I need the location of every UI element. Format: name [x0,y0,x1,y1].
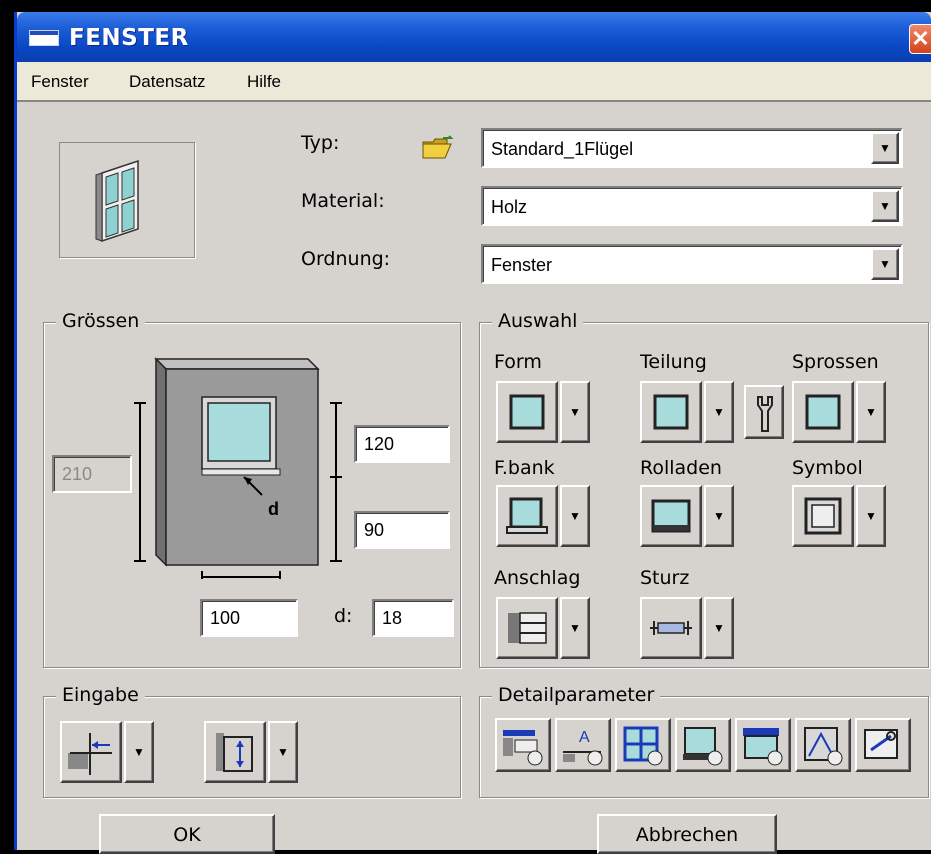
teilung-label: Teilung [640,351,707,373]
close-button[interactable]: ✕ [909,24,931,54]
detail-sill-button[interactable] [675,718,731,772]
chevron-down-icon[interactable]: ▼ [871,132,899,164]
anschlag-picker[interactable]: ▼ [496,597,592,659]
symbol-icon[interactable] [792,485,854,547]
insert-left-icon[interactable] [60,721,122,783]
chevron-down-icon[interactable]: ▼ [856,381,886,443]
form-label: Form [494,351,542,373]
fbank-label: F.bank [494,457,555,479]
sprossen-label: Sprossen [792,351,879,373]
wrench-icon [757,396,773,432]
depth-label: d: [334,605,353,627]
chevron-down-icon[interactable]: ▼ [871,248,899,280]
sprossen-icon[interactable] [792,381,854,443]
auswahl-group: Auswahl Form Teilung Sprossen ▼ ▼ ▼ F.ba… [479,310,929,668]
teilung-picker[interactable]: ▼ [640,381,736,443]
chevron-down-icon[interactable]: ▼ [560,597,590,659]
anschlag-label: Anschlag [494,567,581,589]
chevron-down-icon[interactable]: ▼ [560,485,590,547]
sill-param-icon [683,727,723,766]
symbol-picker[interactable]: ▼ [792,485,888,547]
ordnung-label: Ordnung: [301,248,391,270]
window-icon [29,30,59,46]
ordnung-select[interactable]: Fenster ▼ [481,244,903,284]
detail-dimension-button[interactable]: A [555,718,611,772]
groessen-group: Grössen 210 d 120 90 100 d: 18 [43,310,461,668]
grid-param-icon [623,726,663,766]
detail-settings-button[interactable] [855,718,911,772]
shutter-param-icon [743,728,783,766]
rolladen-label: Rolladen [640,457,722,479]
wall-dimension-diagram [134,357,342,579]
settings-param-icon [864,729,898,759]
chevron-down-icon[interactable]: ▼ [704,597,734,659]
groessen-title: Grössen [56,310,146,332]
eingabe-mode-1-picker[interactable]: ▼ [60,721,156,783]
chevron-down-icon[interactable]: ▼ [560,381,590,443]
menu-hilfe[interactable]: Hilfe [247,72,281,92]
sturz-picker[interactable]: ▼ [640,597,736,659]
chevron-down-icon[interactable]: ▼ [856,485,886,547]
cancel-button[interactable]: Abbrechen [597,814,777,854]
detail-shutter-button[interactable] [735,718,791,772]
window-preview [59,142,195,258]
window-preview-icon [95,159,139,243]
material-label: Material: [301,190,385,212]
rolladen-picker[interactable]: ▼ [640,485,736,547]
fbank-icon[interactable] [496,485,558,547]
chevron-down-icon[interactable]: ▼ [871,190,899,222]
auswahl-title: Auswahl [492,310,584,332]
chevron-down-icon[interactable]: ▼ [124,721,154,783]
rolladen-icon[interactable] [640,485,702,547]
dimension-param-icon: A [563,729,603,766]
depth-marker: d [268,499,279,519]
wrench-tool-button[interactable] [744,385,784,439]
symbol-param-icon [804,727,843,766]
folder-open-icon[interactable] [421,134,457,167]
material-select[interactable]: Holz ▼ [481,186,903,226]
detailparameter-title: Detailparameter [492,684,661,706]
form-icon[interactable] [496,381,558,443]
svg-text:A: A [579,729,590,746]
window-title: FENSTER [69,25,189,51]
sturz-icon[interactable] [640,597,702,659]
typ-select[interactable]: Standard_1Flügel ▼ [481,128,903,168]
eingabe-title: Eingabe [56,684,145,706]
insert-height-icon[interactable] [204,721,266,783]
depth-field[interactable]: 18 [372,599,454,637]
detail-lintel-button[interactable] [495,718,551,772]
height-bottom-field[interactable]: 90 [354,511,450,549]
chevron-down-icon[interactable]: ▼ [704,485,734,547]
detail-grid-button[interactable] [615,718,671,772]
sturz-label: Sturz [640,567,690,589]
height-top-field[interactable]: 120 [354,425,450,463]
ok-button[interactable]: OK [99,814,275,854]
detail-symbol-button[interactable] [795,718,851,772]
eingabe-mode-2-picker[interactable]: ▼ [204,721,300,783]
menu-datensatz[interactable]: Datensatz [129,72,206,92]
menu-fenster[interactable]: Fenster [31,72,89,92]
chevron-down-icon[interactable]: ▼ [268,721,298,783]
symbol-label: Symbol [792,457,863,479]
anschlag-icon[interactable] [496,597,558,659]
typ-label: Typ: [301,132,340,154]
total-height-field: 210 [52,455,132,493]
title-bar[interactable]: FENSTER ✕ [17,12,931,62]
form-picker[interactable]: ▼ [496,381,592,443]
chevron-down-icon[interactable]: ▼ [704,381,734,443]
menu-bar: Fenster Datensatz Hilfe [17,62,931,102]
teilung-icon[interactable] [640,381,702,443]
sprossen-picker[interactable]: ▼ [792,381,888,443]
width-field[interactable]: 100 [200,599,298,637]
fbank-picker[interactable]: ▼ [496,485,592,547]
dialog-window: FENSTER ✕ Fenster Datensatz Hilfe Typ: S… [14,12,931,854]
lintel-param-icon [503,730,543,766]
eingabe-group: Eingabe ▼ ▼ [43,684,461,798]
